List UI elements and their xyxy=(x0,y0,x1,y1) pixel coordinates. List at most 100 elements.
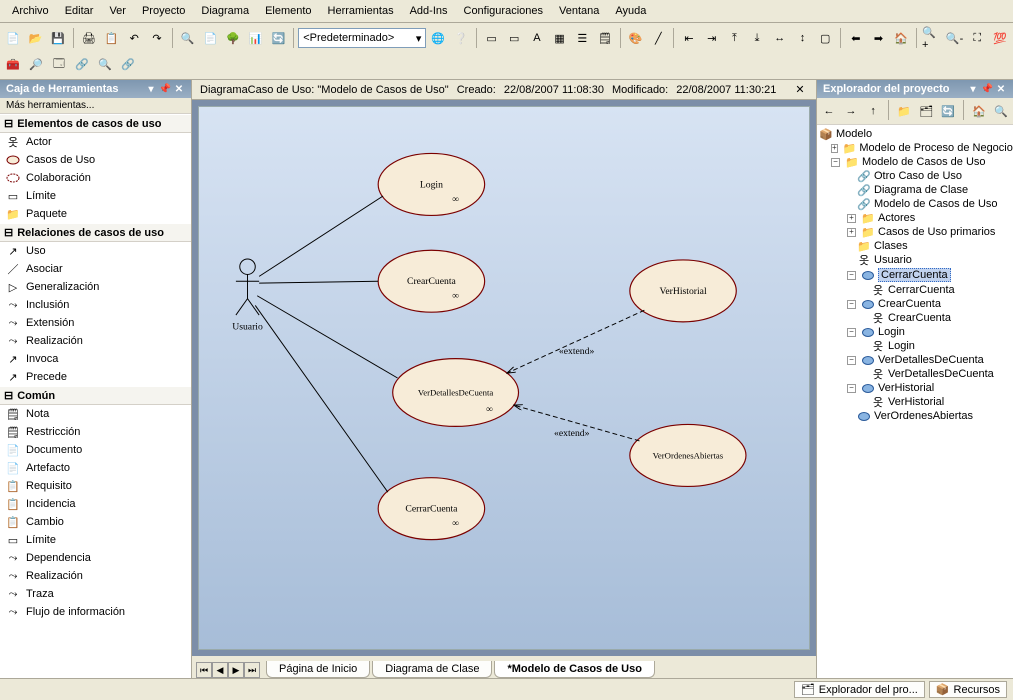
tool-package[interactable]: 📁Paquete xyxy=(0,205,191,223)
align-right-icon[interactable]: ⇥ xyxy=(701,27,723,49)
tool-invoke[interactable]: ↗Invoca xyxy=(0,350,191,368)
zoom2-icon[interactable]: 🔍 xyxy=(94,53,116,75)
layout2-icon[interactable]: ▭ xyxy=(503,27,525,49)
tab-modelo-casos-uso[interactable]: *Modelo de Casos de Uso xyxy=(494,661,654,678)
tool-collab[interactable]: Colaboración xyxy=(0,169,191,187)
tool-document[interactable]: 📄Documento xyxy=(0,441,191,459)
chevron-down-icon[interactable]: ▾ xyxy=(145,83,157,95)
exp-new-icon[interactable]: 📁 xyxy=(894,100,914,122)
tree-mcu[interactable]: −📁Modelo de Casos de Uso xyxy=(819,155,1011,169)
toolbox-more[interactable]: Más herramientas... xyxy=(0,98,191,114)
print-icon[interactable]: 🖨 xyxy=(78,27,100,49)
tree-crear[interactable]: −CrearCuenta xyxy=(819,297,1011,311)
usecase-verdetalles[interactable]: VerDetallesDeCuenta ∞ xyxy=(393,359,519,427)
tab-diagrama-clase[interactable]: Diagrama de Clase xyxy=(372,661,492,678)
open-icon[interactable]: 📂 xyxy=(25,27,47,49)
undo-icon[interactable]: ↶ xyxy=(123,27,145,49)
menu-proyecto[interactable]: Proyecto xyxy=(134,2,193,20)
collapse-icon[interactable]: − xyxy=(831,158,840,167)
usecase-verordenes[interactable]: VerOrdenesAbiertas xyxy=(630,424,746,486)
menu-diagrama[interactable]: Diagrama xyxy=(193,2,257,20)
tree-crear-assoc[interactable]: 옷CrearCuenta xyxy=(819,311,1011,325)
actor-usuario[interactable]: Usuario xyxy=(232,259,263,333)
tbx-icon[interactable]: 🧰 xyxy=(2,53,24,75)
list-icon[interactable]: ☰ xyxy=(571,27,593,49)
tree-verhist[interactable]: −VerHistorial xyxy=(819,381,1011,395)
tree-diagclase[interactable]: 🔗Diagrama de Clase xyxy=(819,183,1011,197)
tool-infoflow[interactable]: ⤳Flujo de información xyxy=(0,603,191,621)
paste-icon[interactable]: 📄 xyxy=(199,27,221,49)
space-v-icon[interactable]: ↕ xyxy=(792,27,814,49)
align-top-icon[interactable]: ⤒ xyxy=(724,27,746,49)
tree-mpn[interactable]: +📁Modelo de Proceso de Negocios xyxy=(819,141,1011,155)
tab-pagina-inicio[interactable]: Página de Inicio xyxy=(266,661,370,678)
refresh-icon[interactable]: 🔄 xyxy=(268,27,290,49)
status-tab-explorer[interactable]: 🗂Explorador del pro... xyxy=(794,681,925,698)
tool-issue[interactable]: 📋Incidencia xyxy=(0,495,191,513)
expand-icon[interactable]: + xyxy=(847,228,856,237)
menu-addins[interactable]: Add-Ins xyxy=(402,2,456,20)
menu-elemento[interactable]: Elemento xyxy=(257,2,319,20)
tree-usuario[interactable]: 옷Usuario xyxy=(819,253,1011,267)
chevron-down-icon[interactable]: ▾ xyxy=(967,83,979,95)
space-h-icon[interactable]: ↔ xyxy=(769,27,791,49)
forward-icon[interactable]: ➡ xyxy=(868,27,890,49)
tool-constraint[interactable]: 🗒Restricción xyxy=(0,423,191,441)
tree-cerrar[interactable]: −CerrarCuenta xyxy=(819,267,1011,283)
menu-ayuda[interactable]: Ayuda xyxy=(607,2,654,20)
status-tab-resources[interactable]: 📦Recursos xyxy=(929,681,1007,698)
menu-ver[interactable]: Ver xyxy=(101,2,134,20)
menu-configuraciones[interactable]: Configuraciones xyxy=(456,2,552,20)
close-diagram-icon[interactable]: ✕ xyxy=(792,83,808,96)
pin-icon[interactable]: 📌 xyxy=(159,83,171,95)
tree-clases[interactable]: 📁Clases xyxy=(819,239,1011,253)
exp-back-icon[interactable]: ← xyxy=(819,100,839,122)
tree-otro[interactable]: 🔗Otro Caso de Uso xyxy=(819,169,1011,183)
find-icon[interactable]: 🔎 xyxy=(25,53,47,75)
tool-use[interactable]: ↗Uso xyxy=(0,242,191,260)
diagram-canvas[interactable]: Usuario Login ∞ CrearCuenta ∞ VerHistori… xyxy=(198,106,810,650)
menu-ventana[interactable]: Ventana xyxy=(551,2,607,20)
tool-usecase[interactable]: Casos de Uso xyxy=(0,151,191,169)
tool-associate[interactable]: ／Asociar xyxy=(0,260,191,278)
toolbox-section-relations[interactable]: ⊟Relaciones de casos de uso xyxy=(0,223,191,242)
zoom-fit-icon[interactable]: ⛶ xyxy=(966,27,988,49)
menu-editar[interactable]: Editar xyxy=(57,2,102,20)
close-icon[interactable]: ✕ xyxy=(173,83,185,95)
expand-icon[interactable]: + xyxy=(847,214,856,223)
extend-verhistorial[interactable] xyxy=(507,310,644,373)
tree-mcu2[interactable]: 🔗Modelo de Casos de Uso xyxy=(819,197,1011,211)
note-icon[interactable]: 🗒 xyxy=(594,27,616,49)
tool-include[interactable]: ⤳Inclusión xyxy=(0,296,191,314)
tab-scroll-prev-icon[interactable]: ◀ xyxy=(212,662,228,678)
tool-dependency[interactable]: ⤳Dependencia xyxy=(0,549,191,567)
usecase-crearcuenta[interactable]: CrearCuenta ∞ xyxy=(378,250,484,312)
grid-icon[interactable]: ▦ xyxy=(549,27,571,49)
text-icon[interactable]: A xyxy=(526,27,548,49)
usecase-cerrarcuenta[interactable]: CerrarCuenta ∞ xyxy=(378,478,484,540)
tab-scroll-first-icon[interactable]: ⏮ xyxy=(196,662,212,678)
search-icon[interactable]: 🔍 xyxy=(177,27,199,49)
tree-actores[interactable]: +📁Actores xyxy=(819,211,1011,225)
redo-icon[interactable]: ↷ xyxy=(146,27,168,49)
style-combo[interactable]: <Predeterminado>▾ xyxy=(298,28,426,48)
browser-icon[interactable]: 🌐 xyxy=(427,27,449,49)
same-size-icon[interactable]: ▢ xyxy=(814,27,836,49)
menu-herramientas[interactable]: Herramientas xyxy=(320,2,402,20)
close-icon[interactable]: ✕ xyxy=(995,83,1007,95)
help-icon[interactable]: ❔ xyxy=(450,27,472,49)
zoom-out-icon[interactable]: 🔍- xyxy=(944,27,966,49)
back-icon[interactable]: ⬅ xyxy=(845,27,867,49)
tool-actor[interactable]: 옷Actor xyxy=(0,133,191,151)
report-icon[interactable]: 📊 xyxy=(245,27,267,49)
url-icon[interactable]: 🔗 xyxy=(117,53,139,75)
tool-note[interactable]: 🗒Nota xyxy=(0,405,191,423)
tree-icon[interactable]: 🌳 xyxy=(222,27,244,49)
tab-scroll-last-icon[interactable]: ⏭ xyxy=(244,662,260,678)
tool-realize[interactable]: ⤳Realización xyxy=(0,332,191,350)
usecase-login[interactable]: Login ∞ xyxy=(378,153,484,215)
pin-icon[interactable]: 📌 xyxy=(981,83,993,95)
tool-boundary2[interactable]: ▭Límite xyxy=(0,531,191,549)
line-icon[interactable]: ╱ xyxy=(648,27,670,49)
assoc-actor-crear[interactable] xyxy=(259,281,378,283)
